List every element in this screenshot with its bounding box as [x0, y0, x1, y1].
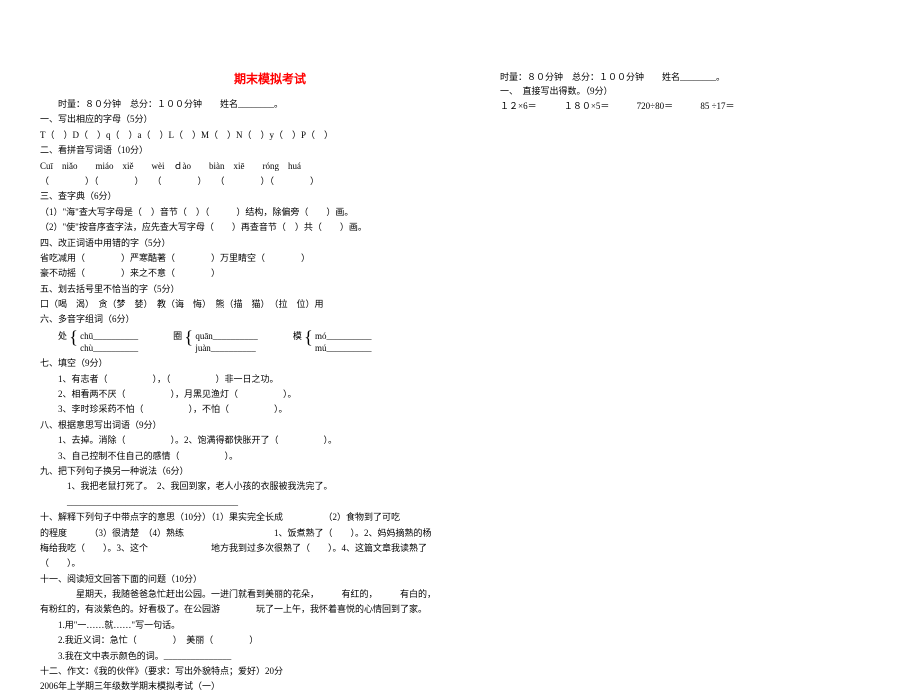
section8-title: 八、根据意思写出词语（9分）: [40, 418, 450, 432]
math-equations: １２×6＝ １８０×5＝ 720÷80＝ 85 ÷17＝: [500, 99, 900, 113]
section9-title: 九、把下列句子换另一种说法（6分）: [40, 464, 450, 478]
section8-line1: 1、去掉。消除（ ）。2、饱满得都快胀开了（ ）。: [40, 433, 450, 447]
section12: 十二、作文：《我的伙伴》（要求：写出外貌特点；爱好）20分: [40, 664, 450, 678]
polyphone-group: 处 { chū__________ chù__________ 圈 { quān…: [40, 329, 450, 354]
eq3: 720÷80＝: [637, 99, 673, 113]
pinyin1a: chū__________: [80, 331, 138, 343]
section1-title: 一、写出相应的字母（5分）: [40, 112, 450, 126]
section11-q1: 1.用"一……就……"写一句话。: [40, 618, 450, 632]
exam-title: 期末模拟考试: [90, 70, 450, 87]
section1-content: T（ ）D（ ）q（ ）a（ ）L（ ）M（ ）N（ ）y（ ）P（ ）: [40, 128, 450, 142]
section4-line1: 省吃减用（ ）严寒酷著（ ）万里睛空（ ）: [40, 251, 450, 265]
pinyin1b: chù__________: [80, 343, 138, 355]
char2: 圈: [173, 331, 182, 341]
section9-blank: ______________________________________: [40, 495, 450, 509]
section10-line2: 梅给我吃（ ）。3、这个 地方我到过多次很熟了（ ）。4、这篇文章我读熟了: [40, 541, 450, 555]
section7-line2: 2、相看两不厌（ ），月黑见渔灯（ ）。: [40, 387, 450, 401]
header-info: 时量：８０分钟 总分：１００分钟 姓名________。: [40, 97, 450, 111]
right-section1-title: 一、 直接写出得数。（9分）: [500, 84, 900, 98]
right-page: 时量：８０分钟 总分：１００分钟 姓名________。 一、 直接写出得数。（…: [480, 0, 920, 651]
pinyin2b: juàn__________: [195, 343, 258, 355]
char3: 模: [293, 331, 302, 341]
eq4: 85 ÷17＝: [700, 99, 734, 113]
section10-line1: 的程度 （3）很清楚 （4）熟练 1、饭煮熟了（ ）。2、妈妈摘熟的杨: [40, 526, 450, 540]
section7-line3: 3、李时珍采药不怕（ ），不怕（ ）。: [40, 402, 450, 416]
section2-blanks: （ ）（ ） （ ） （ ）（ ）: [40, 174, 450, 188]
char1: 处: [58, 331, 67, 341]
section4-title: 四、改正词语中用错的字（5分）: [40, 236, 450, 250]
section11-line1: 星期天，我随爸爸急忙赶出公园。一进门就看到美丽的花朵， 有红的， 有白的，: [40, 587, 450, 601]
section11-q2: 2.我近义词：急忙（ ） 美丽（ ）: [40, 633, 450, 647]
section5-content: 口（喝 渴） 贪（梦 婪） 教（诲 悔） 熊（描 猫） （拉 位）用: [40, 297, 450, 311]
pinyin3a: mó__________: [315, 331, 372, 343]
section3-line1: （1）"海"查大写字母是（ ）音节（ ）（ ）结构，除偏旁（ ）画。: [40, 205, 450, 219]
pinyin2a: quān__________: [195, 331, 258, 343]
pinyin3b: mú__________: [315, 343, 372, 355]
section11-line2: 有粉红的，有淡紫色的。好看极了。在公园游 玩了一上午，我怀着喜悦的心情回到了家。: [40, 602, 450, 616]
section8-line2: 3、自己控制不住自己的感情（ ）。: [40, 449, 450, 463]
right-header: 时量：８０分钟 总分：１００分钟 姓名________。: [500, 70, 900, 84]
section6-title: 六、多音字组词（6分）: [40, 312, 450, 326]
eq1: １２×6＝: [500, 99, 537, 113]
section7-title: 七、填空（9分）: [40, 356, 450, 370]
footer: 2006年上学期三年级数学期末模拟考试（一）: [40, 679, 450, 693]
section2-title: 二、看拼音写词语（10分）: [40, 143, 450, 157]
left-page: 期末模拟考试 时量：８０分钟 总分：１００分钟 姓名________。 一、写出…: [0, 0, 480, 651]
section10-line3: （ ）。: [40, 556, 450, 570]
section9-line1: 1、我把老鼠打死了。 2、我回到家，老人小孩的衣服被我洗完了。: [40, 479, 450, 493]
section11-title: 十一、阅读短文回答下面的问题（10分）: [40, 572, 450, 586]
eq2: １８０×5＝: [564, 99, 610, 113]
section5-title: 五、划去括号里不恰当的字（5分）: [40, 282, 450, 296]
section10-title: 十、解释下列句子中带点字的意思（10分）（1）果实完全长成 （2）食物到了可吃: [40, 510, 450, 524]
section7-line1: 1、有志者（ ），（ ）非一日之功。: [40, 372, 450, 386]
section3-line2: （2）"使"按音序查字法，应先查大写字母（ ）再查音节（ ）共（ ）画。: [40, 220, 450, 234]
section3-title: 三、查字典（6分）: [40, 189, 450, 203]
section4-line2: 豪不动摇（ ）来之不意（ ）: [40, 266, 450, 280]
section2-pinyin: Cuī niǎo miáo xiě wèi ｄào biàn xiē róng …: [40, 159, 450, 173]
